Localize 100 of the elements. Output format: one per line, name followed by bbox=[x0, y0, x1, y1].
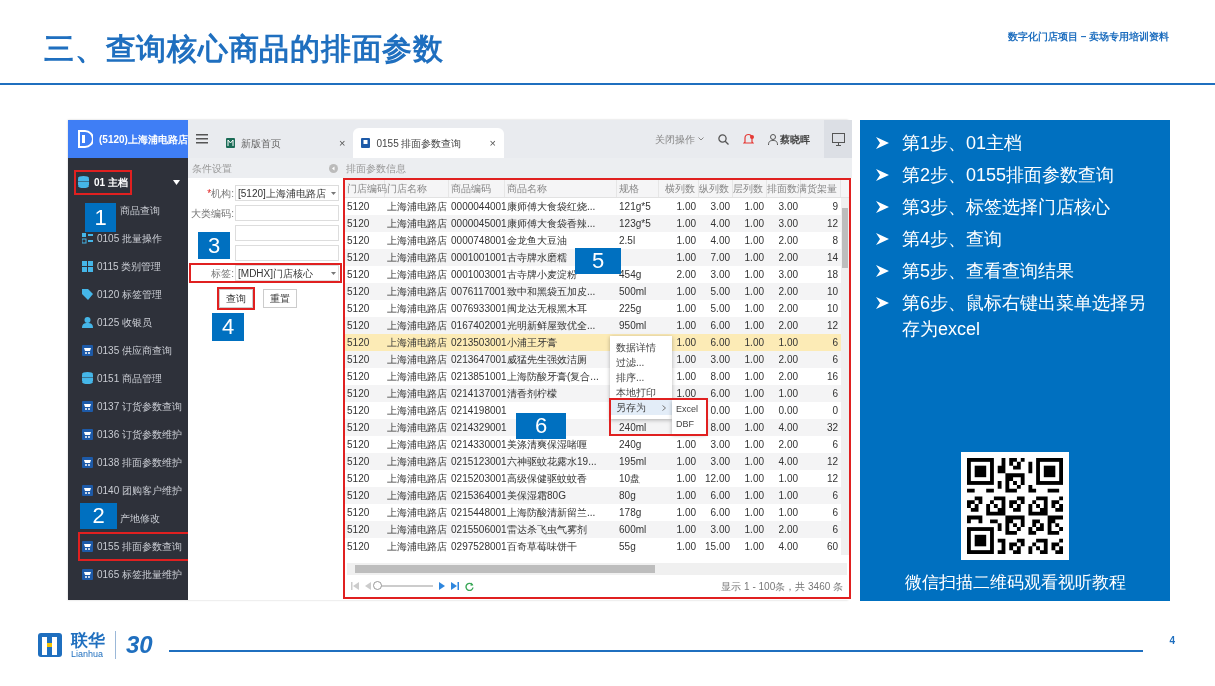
nav-item[interactable]: 产地修改 bbox=[118, 505, 166, 531]
select-field[interactable]: [MDHX]门店核心 bbox=[235, 265, 340, 281]
collapse-icon[interactable] bbox=[329, 163, 339, 173]
refresh-icon[interactable] bbox=[465, 581, 475, 591]
database-icon bbox=[78, 176, 89, 188]
nav-item[interactable]: 0155 排面参数查询 bbox=[80, 533, 189, 559]
input-field[interactable] bbox=[235, 245, 340, 261]
table-cell-text: 1.00 bbox=[676, 200, 697, 214]
nav-item[interactable]: 商品查询 bbox=[118, 197, 166, 223]
table-row[interactable]: 5120 上海浦电路店 0000045001康师傅大食袋香辣... 123g*5 1.00 4.00 1.00 3.00 12 bbox=[345, 215, 842, 232]
table-cell-text: 0001001001 bbox=[451, 251, 507, 265]
app-logo-icon bbox=[77, 130, 93, 148]
nav-item[interactable]: 0136 订货参数维护 bbox=[80, 421, 189, 447]
nav-item[interactable]: 0135 供应商查询 bbox=[80, 337, 179, 363]
nav-item[interactable]: 0151 商品管理 bbox=[80, 365, 169, 391]
cart-icon bbox=[82, 400, 93, 412]
column-header: 满货架量 bbox=[797, 182, 838, 196]
pager-summary: 显示 1 - 100条，共 3460 条 bbox=[721, 579, 844, 594]
table-cell-text: 闽龙达无根黑木耳 bbox=[507, 302, 588, 316]
menu-item[interactable]: 排序... bbox=[610, 370, 672, 385]
table-cell-text: 1.00 bbox=[676, 285, 697, 299]
table-cell-text: 121g*5 bbox=[619, 200, 651, 214]
user-menu[interactable]: 蔡晓晖 bbox=[768, 131, 811, 147]
table-cell-text: 1.00 bbox=[744, 268, 765, 282]
table-cell-text: 古寺牌小麦淀粉 bbox=[507, 268, 578, 282]
table-cell-text: 1.00 bbox=[744, 200, 765, 214]
logo-icon bbox=[37, 630, 63, 660]
table-cell-text: 2.00 bbox=[778, 234, 799, 248]
first-page-icon[interactable] bbox=[351, 582, 360, 590]
last-page-icon[interactable] bbox=[451, 582, 460, 590]
table-row[interactable]: 5120 上海浦电路店 0167402001光明新鲜屋致优全... 950ml 1.00 6.00 1.00 2.00 12 bbox=[345, 317, 842, 334]
table-row[interactable]: 5120 上海浦电路店 0215123001六神驱蚊花露水19... 195ml 1.00 3.00 1.00 4.00 12 bbox=[345, 453, 842, 470]
tab[interactable]: 新版首页 × bbox=[218, 128, 354, 158]
menu-item[interactable]: DBF bbox=[676, 417, 694, 432]
tab-close-button[interactable]: × bbox=[489, 134, 496, 152]
table-cell-text: 18 bbox=[826, 268, 839, 282]
table-cell-text: 7.00 bbox=[710, 251, 731, 265]
nav-item[interactable]: 0140 团购客户维护 bbox=[80, 477, 189, 503]
button[interactable]: 查询 bbox=[219, 289, 254, 308]
table-cell-text: 上海浦电路店 bbox=[387, 353, 448, 367]
nav-item[interactable]: 0138 排面参数维护 bbox=[80, 449, 189, 475]
menu-item[interactable]: 本地打印 bbox=[610, 385, 672, 400]
table-cell-text: 3.00 bbox=[778, 217, 799, 231]
screen-button[interactable] bbox=[824, 120, 853, 158]
tab-close-button[interactable]: × bbox=[339, 134, 346, 152]
table-row[interactable]: 5120 上海浦电路店 0076117001致中和黑袋五加皮... 500ml 1.00 5.00 1.00 2.00 10 bbox=[345, 283, 842, 300]
table-cell-text: 4.00 bbox=[778, 455, 799, 469]
nav-item[interactable]: 0120 标签管理 bbox=[80, 281, 169, 307]
table-row[interactable]: 5120 上海浦电路店 0215506001雷达杀飞虫气雾剂 600ml 1.00 3.00 1.00 2.00 6 bbox=[345, 521, 842, 538]
nav-item[interactable]: 0137 订货参数查询 bbox=[80, 393, 189, 419]
table-cell-text: 清香剂柠檬 bbox=[507, 387, 558, 401]
table-cell-text: 12 bbox=[826, 472, 839, 486]
monitor-icon bbox=[831, 132, 845, 146]
page-slider-thumb[interactable] bbox=[373, 581, 383, 590]
table-cell-text: 上海浦电路店 bbox=[387, 506, 448, 520]
batch-icon bbox=[82, 232, 93, 244]
table-cell-text: 4.00 bbox=[710, 217, 731, 231]
table-cell-text: 上海浦电路店 bbox=[387, 404, 448, 418]
menu-item[interactable]: 另存为 bbox=[610, 400, 672, 415]
button[interactable]: 重置 bbox=[263, 289, 298, 308]
vertical-scrollbar[interactable] bbox=[841, 198, 850, 555]
next-page-icon[interactable] bbox=[439, 582, 446, 590]
table-cell-text: 1.00 bbox=[744, 455, 765, 469]
table-cell-text: 6.00 bbox=[710, 506, 731, 520]
column-header: 门店名称 bbox=[387, 182, 428, 196]
table-cell-text: 上海浦电路店 bbox=[387, 438, 448, 452]
tab-icon bbox=[226, 138, 236, 148]
table-cell-text: 1.00 bbox=[676, 234, 697, 248]
qr-caption: 微信扫描二维码观看视听教程 bbox=[904, 571, 1126, 594]
menu-icon[interactable] bbox=[196, 134, 209, 144]
nav-item[interactable]: 0125 收银员 bbox=[80, 309, 159, 335]
nav-group[interactable]: 01 主档 bbox=[76, 171, 130, 193]
table-cell-text: 60 bbox=[826, 540, 839, 554]
table-cell-text: 5120 bbox=[347, 489, 370, 503]
search-icon[interactable] bbox=[718, 133, 730, 145]
table-cell-text: 6 bbox=[832, 387, 839, 401]
nav-group-label: 01 主档 bbox=[94, 175, 128, 190]
tab-icon bbox=[361, 138, 371, 148]
table-cell-text: 5120 bbox=[347, 506, 370, 520]
cart-icon bbox=[82, 540, 93, 552]
table-cell-text: 5.00 bbox=[710, 302, 731, 316]
horizontal-scrollbar[interactable] bbox=[347, 563, 848, 575]
table-cell-text: 1.00 bbox=[744, 421, 765, 435]
table-cell-text: 5120 bbox=[347, 268, 370, 282]
select-field[interactable]: [5120]上海浦电路店 bbox=[235, 185, 340, 201]
table-cell-text: 10 bbox=[826, 285, 839, 299]
tab[interactable]: 0155 排面参数查询 × bbox=[353, 128, 504, 158]
input-field[interactable] bbox=[235, 225, 340, 241]
menu-item[interactable]: Excel bbox=[676, 402, 698, 417]
table-cell-text: 致中和黑袋五加皮... bbox=[507, 285, 596, 299]
menu-item[interactable]: 过滤... bbox=[610, 355, 672, 370]
nav-item[interactable]: 0115 类别管理 bbox=[80, 253, 168, 279]
table-row[interactable]: 5120 上海浦电路店 0215364001美保湿霜80G 80g 1.00 6.00 1.00 1.00 6 bbox=[345, 487, 842, 504]
nav-item[interactable]: 0165 标签批量维护 bbox=[80, 561, 189, 587]
table-cell-text: 5120 bbox=[347, 540, 370, 554]
step-badge: 4 bbox=[212, 313, 244, 341]
notification-bell-icon[interactable] bbox=[743, 133, 755, 145]
previous-page-icon[interactable] bbox=[365, 582, 372, 590]
input-field[interactable] bbox=[235, 205, 340, 221]
brand-name: 联华 bbox=[71, 631, 105, 649]
